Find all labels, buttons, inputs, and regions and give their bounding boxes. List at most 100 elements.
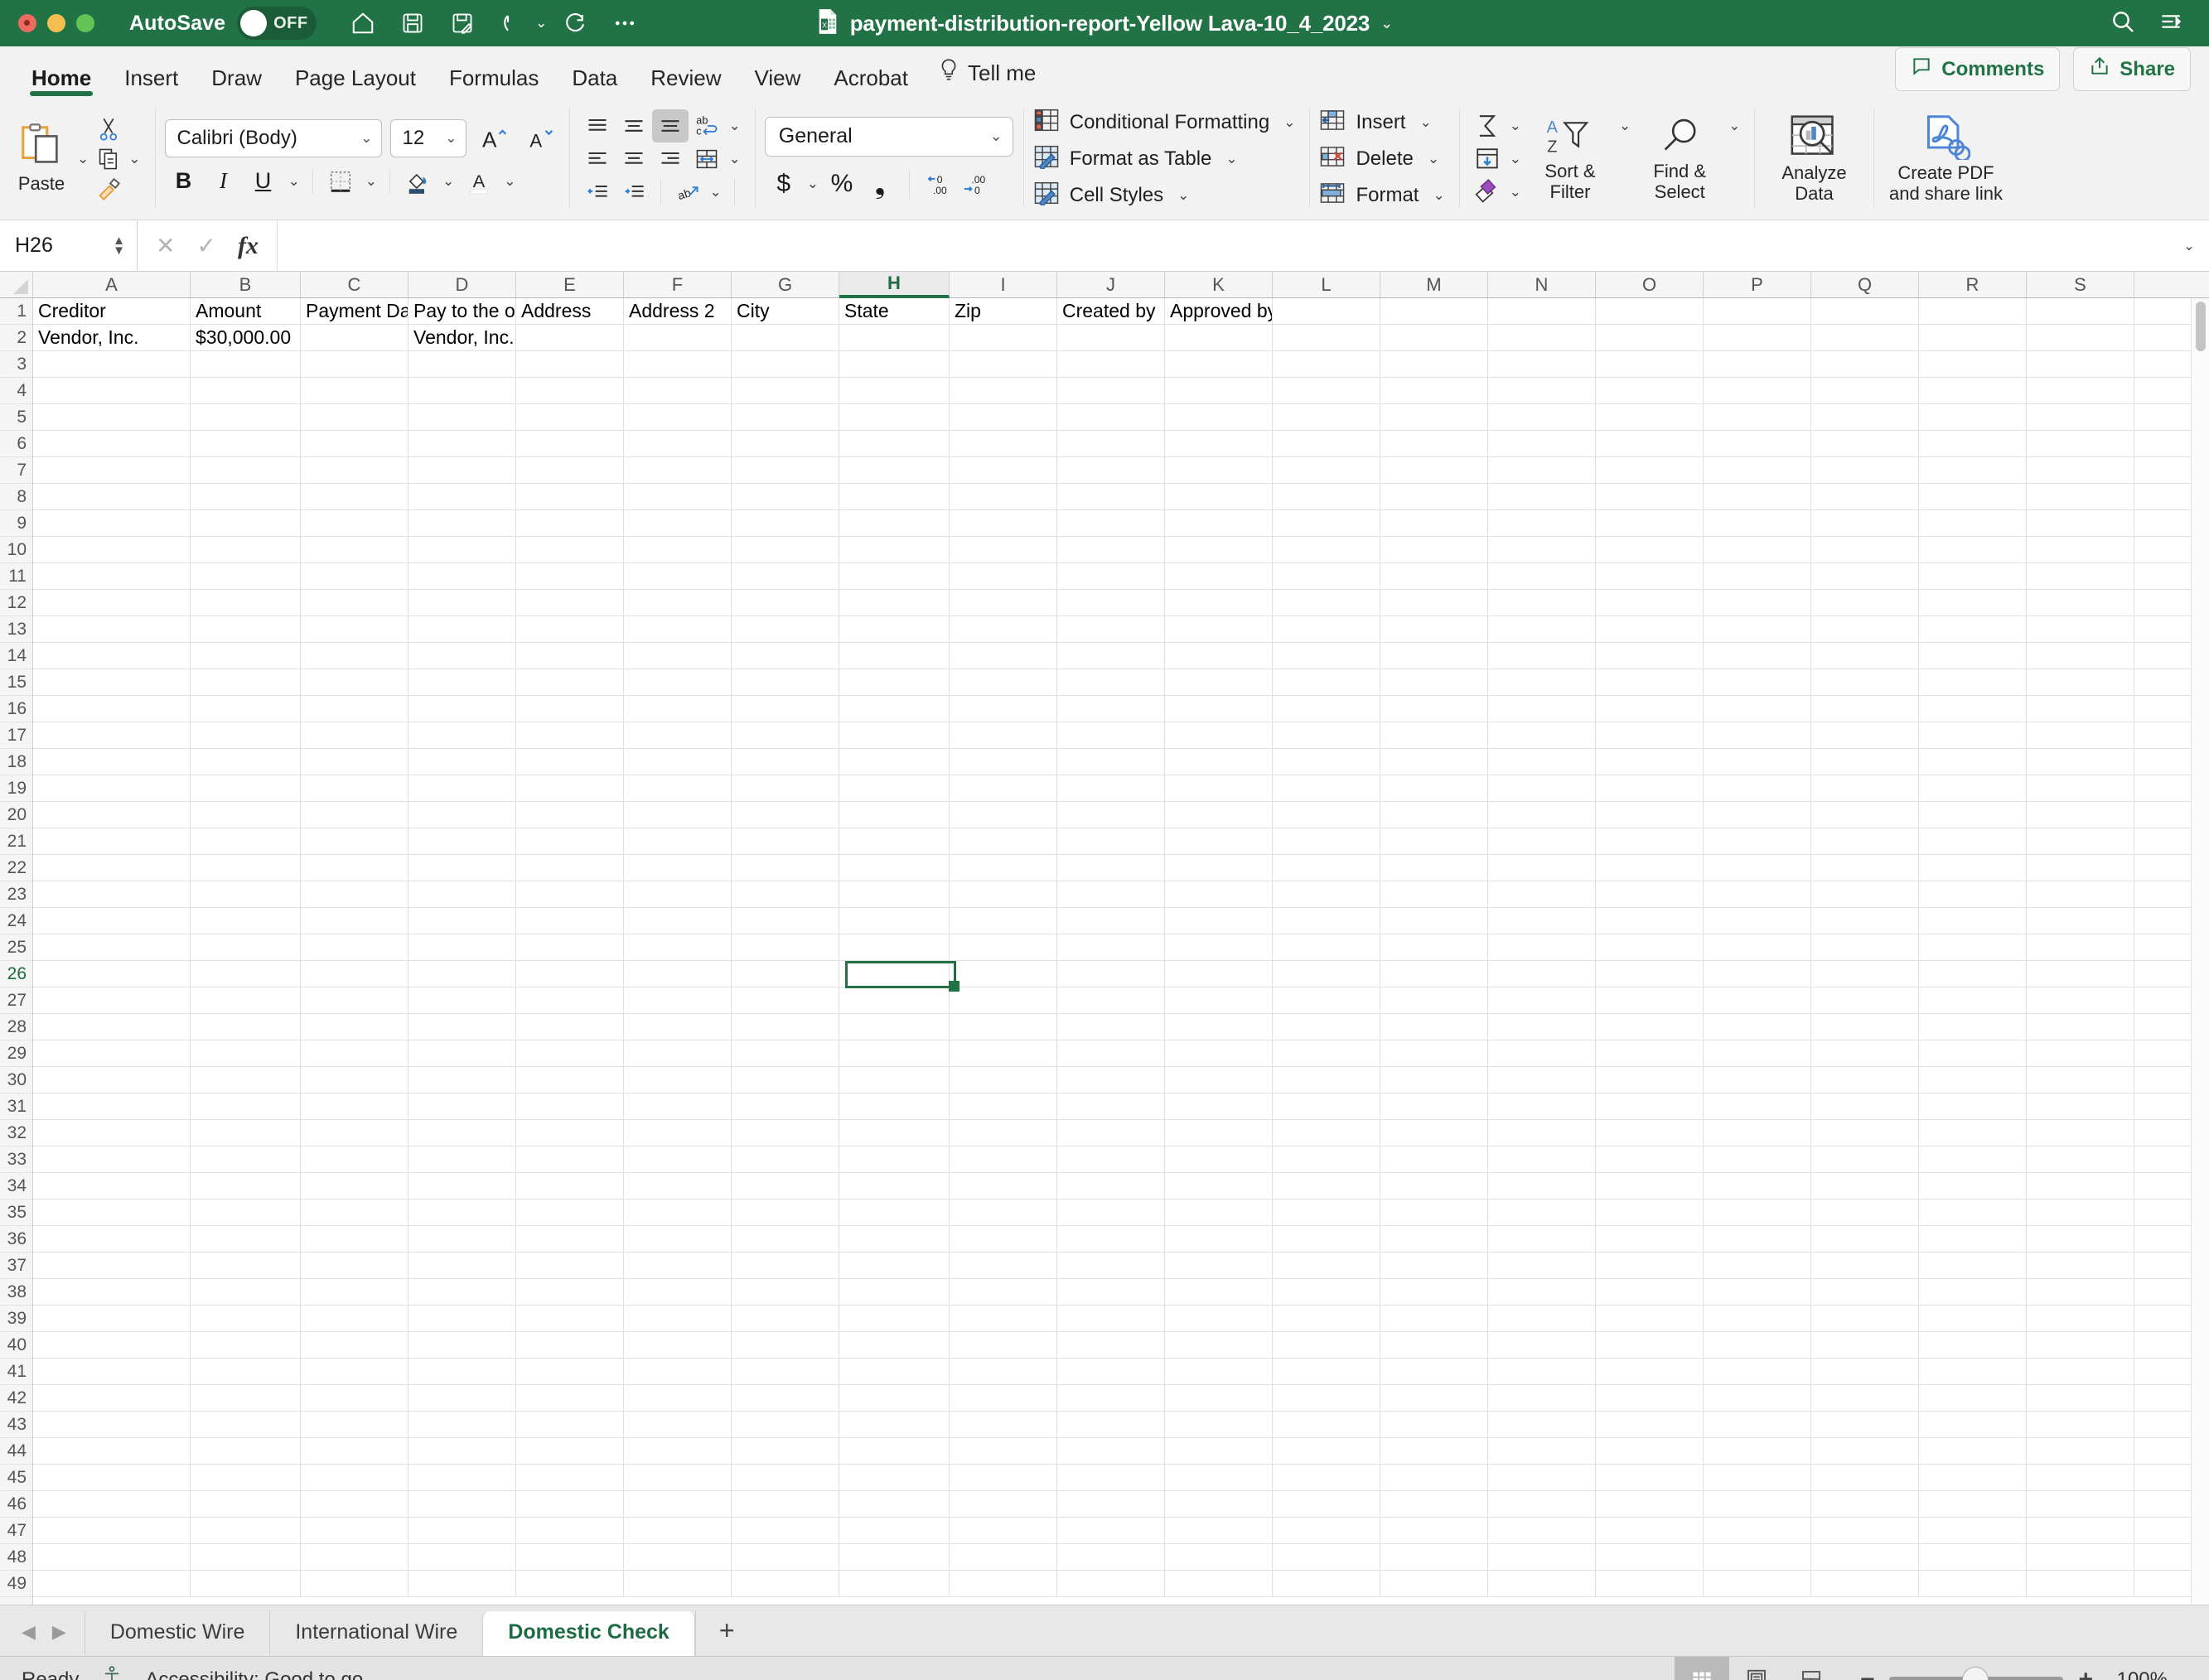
cell-K36[interactable] xyxy=(1165,1226,1273,1252)
cell-F9[interactable] xyxy=(624,510,732,536)
cell-D15[interactable] xyxy=(408,669,516,695)
cell-K11[interactable] xyxy=(1165,563,1273,589)
cell-K32[interactable] xyxy=(1165,1120,1273,1146)
cell-F19[interactable] xyxy=(624,775,732,801)
cell-D7[interactable] xyxy=(408,457,516,483)
cell-Q12[interactable] xyxy=(1811,590,1919,616)
cell-A29[interactable] xyxy=(33,1040,191,1066)
cell-R49[interactable] xyxy=(1919,1571,2027,1596)
cell-B9[interactable] xyxy=(191,510,301,536)
cell-E14[interactable] xyxy=(516,643,624,669)
cell-S31[interactable] xyxy=(2027,1093,2134,1119)
cell-A47[interactable] xyxy=(33,1518,191,1543)
cell-Q2[interactable] xyxy=(1811,325,1919,350)
cell-K27[interactable] xyxy=(1165,987,1273,1013)
cell-C22[interactable] xyxy=(301,855,408,881)
cell-M35[interactable] xyxy=(1380,1200,1488,1225)
cell-L14[interactable] xyxy=(1273,643,1380,669)
cell-L26[interactable] xyxy=(1273,961,1380,987)
row-header-21[interactable]: 21 xyxy=(0,828,32,855)
cell-J16[interactable] xyxy=(1057,696,1165,722)
cell-P36[interactable] xyxy=(1704,1226,1811,1252)
row-header-18[interactable]: 18 xyxy=(0,749,32,775)
percent-format-button[interactable]: % xyxy=(823,167,861,201)
cell-B49[interactable] xyxy=(191,1571,301,1596)
cell-E42[interactable] xyxy=(516,1385,624,1411)
cell-Q48[interactable] xyxy=(1811,1544,1919,1570)
cell-E17[interactable] xyxy=(516,722,624,748)
merge-center-icon[interactable] xyxy=(689,142,725,176)
cell-L16[interactable] xyxy=(1273,696,1380,722)
cell-L42[interactable] xyxy=(1273,1385,1380,1411)
cell-J3[interactable] xyxy=(1057,351,1165,377)
cell-K24[interactable] xyxy=(1165,908,1273,934)
cell-I47[interactable] xyxy=(950,1518,1057,1543)
cell-Q44[interactable] xyxy=(1811,1438,1919,1464)
increase-decimal-icon[interactable]: .00 0 xyxy=(956,167,993,200)
cell-C35[interactable] xyxy=(301,1200,408,1225)
cell-F20[interactable] xyxy=(624,802,732,828)
window-controls[interactable] xyxy=(18,14,94,32)
cell-A44[interactable] xyxy=(33,1438,191,1464)
cell-C23[interactable] xyxy=(301,881,408,907)
cell-F5[interactable] xyxy=(624,404,732,430)
cell-N27[interactable] xyxy=(1488,987,1596,1013)
cell-M21[interactable] xyxy=(1380,828,1488,854)
cell-H34[interactable] xyxy=(839,1173,950,1199)
cell-E9[interactable] xyxy=(516,510,624,536)
column-header-C[interactable]: C xyxy=(301,272,408,297)
cell-D39[interactable] xyxy=(408,1306,516,1331)
cell-S20[interactable] xyxy=(2027,802,2134,828)
cell-K30[interactable] xyxy=(1165,1067,1273,1093)
cell-E18[interactable] xyxy=(516,749,624,775)
cell-I43[interactable] xyxy=(950,1412,1057,1437)
column-header-R[interactable]: R xyxy=(1919,272,2027,297)
cell-K44[interactable] xyxy=(1165,1438,1273,1464)
cell-R33[interactable] xyxy=(1919,1147,2027,1172)
cell-P29[interactable] xyxy=(1704,1040,1811,1066)
row-header-column[interactable]: 1234567891011121314151617181920212223242… xyxy=(0,298,33,1605)
cell-E49[interactable] xyxy=(516,1571,624,1596)
cell-H7[interactable] xyxy=(839,457,950,483)
cell-B29[interactable] xyxy=(191,1040,301,1066)
cell-J13[interactable] xyxy=(1057,616,1165,642)
home-icon[interactable] xyxy=(341,3,384,43)
cell-A45[interactable] xyxy=(33,1465,191,1490)
cell-B39[interactable] xyxy=(191,1306,301,1331)
cell-H37[interactable] xyxy=(839,1253,950,1278)
cell-L35[interactable] xyxy=(1273,1200,1380,1225)
cell-A43[interactable] xyxy=(33,1412,191,1437)
cell-R23[interactable] xyxy=(1919,881,2027,907)
fill-color-dropdown-caret[interactable]: ⌄ xyxy=(438,173,458,190)
cell-J19[interactable] xyxy=(1057,775,1165,801)
cell-L37[interactable] xyxy=(1273,1253,1380,1278)
cell-N41[interactable] xyxy=(1488,1359,1596,1384)
cell-A33[interactable] xyxy=(33,1147,191,1172)
cell-E3[interactable] xyxy=(516,351,624,377)
cell-F28[interactable] xyxy=(624,1014,732,1040)
cell-O7[interactable] xyxy=(1596,457,1704,483)
cell-O17[interactable] xyxy=(1596,722,1704,748)
cell-S41[interactable] xyxy=(2027,1359,2134,1384)
cell-D37[interactable] xyxy=(408,1253,516,1278)
sort-filter-dropdown-caret[interactable]: ⌄ xyxy=(1615,118,1635,134)
format-cells-button[interactable]: Format ⌄ xyxy=(1319,177,1448,214)
row-header-47[interactable]: 47 xyxy=(0,1518,32,1544)
cell-S2[interactable] xyxy=(2027,325,2134,350)
cell-P31[interactable] xyxy=(1704,1093,1811,1119)
cell-C21[interactable] xyxy=(301,828,408,854)
cell-I34[interactable] xyxy=(950,1173,1057,1199)
row-header-41[interactable]: 41 xyxy=(0,1359,32,1385)
cell-K28[interactable] xyxy=(1165,1014,1273,1040)
cell-M23[interactable] xyxy=(1380,881,1488,907)
cell-I23[interactable] xyxy=(950,881,1057,907)
row-header-24[interactable]: 24 xyxy=(0,908,32,934)
column-header-N[interactable]: N xyxy=(1488,272,1596,297)
row-header-7[interactable]: 7 xyxy=(0,457,32,484)
cell-B7[interactable] xyxy=(191,457,301,483)
conditional-formatting-caret[interactable]: ⌄ xyxy=(1279,114,1299,131)
cell-R14[interactable] xyxy=(1919,643,2027,669)
cell-G36[interactable] xyxy=(732,1226,839,1252)
autosum-dropdown-caret[interactable]: ⌄ xyxy=(1506,118,1525,134)
cell-F25[interactable] xyxy=(624,934,732,960)
